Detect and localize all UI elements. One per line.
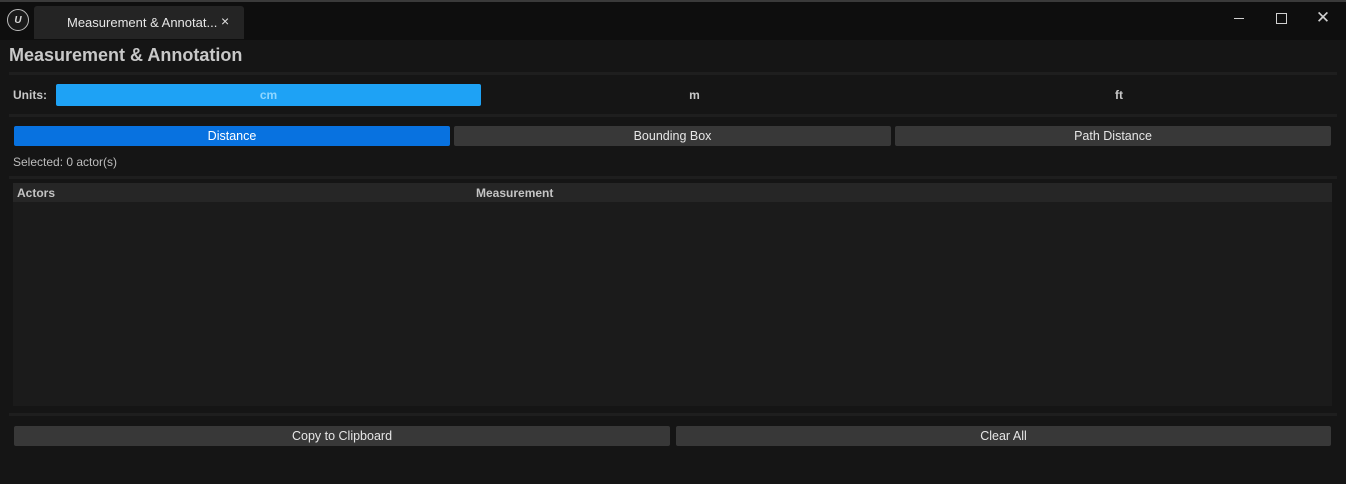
mode-distance-button[interactable]: Distance xyxy=(14,126,450,146)
maximize-button[interactable] xyxy=(1263,6,1299,30)
editor-window: U Measurement & Annotat... × ✕ Measureme… xyxy=(0,0,1346,484)
close-icon: ✕ xyxy=(1315,8,1331,27)
tab-close-icon[interactable]: × xyxy=(221,13,229,29)
clear-all-button[interactable]: Clear All xyxy=(676,426,1331,446)
close-window-button[interactable]: ✕ xyxy=(1305,6,1341,30)
column-header-actors[interactable]: Actors xyxy=(17,186,55,200)
table-header: Actors Measurement xyxy=(13,183,1332,202)
minimize-button[interactable] xyxy=(1221,6,1257,30)
units-selector: Units: cm m ft xyxy=(9,82,1337,108)
divider xyxy=(9,72,1337,75)
divider xyxy=(9,413,1337,416)
unreal-logo-icon[interactable]: U xyxy=(7,9,29,31)
unit-option-m[interactable]: m xyxy=(482,84,907,106)
copy-to-clipboard-button[interactable]: Copy to Clipboard xyxy=(14,426,670,446)
unit-option-ft[interactable]: ft xyxy=(907,84,1331,106)
tab-label: Measurement & Annotat... xyxy=(67,15,218,30)
units-label: Units: xyxy=(13,88,47,102)
selection-count: Selected: 0 actor(s) xyxy=(13,155,118,169)
tab-measurement-annotation[interactable]: Measurement & Annotat... × xyxy=(34,6,244,39)
panel-title: Measurement & Annotation xyxy=(9,45,243,65)
maximize-icon xyxy=(1275,12,1287,24)
column-header-measurement[interactable]: Measurement xyxy=(476,186,553,200)
divider xyxy=(9,176,1337,179)
divider xyxy=(9,114,1337,117)
mode-path-distance-button[interactable]: Path Distance xyxy=(895,126,1331,146)
unit-option-cm[interactable]: cm xyxy=(56,84,481,106)
title-bar: U Measurement & Annotat... × ✕ xyxy=(0,2,1346,40)
measurement-table: Actors Measurement xyxy=(13,183,1332,406)
mode-bounding-box-button[interactable]: Bounding Box xyxy=(454,126,891,146)
minimize-icon xyxy=(1234,17,1244,19)
